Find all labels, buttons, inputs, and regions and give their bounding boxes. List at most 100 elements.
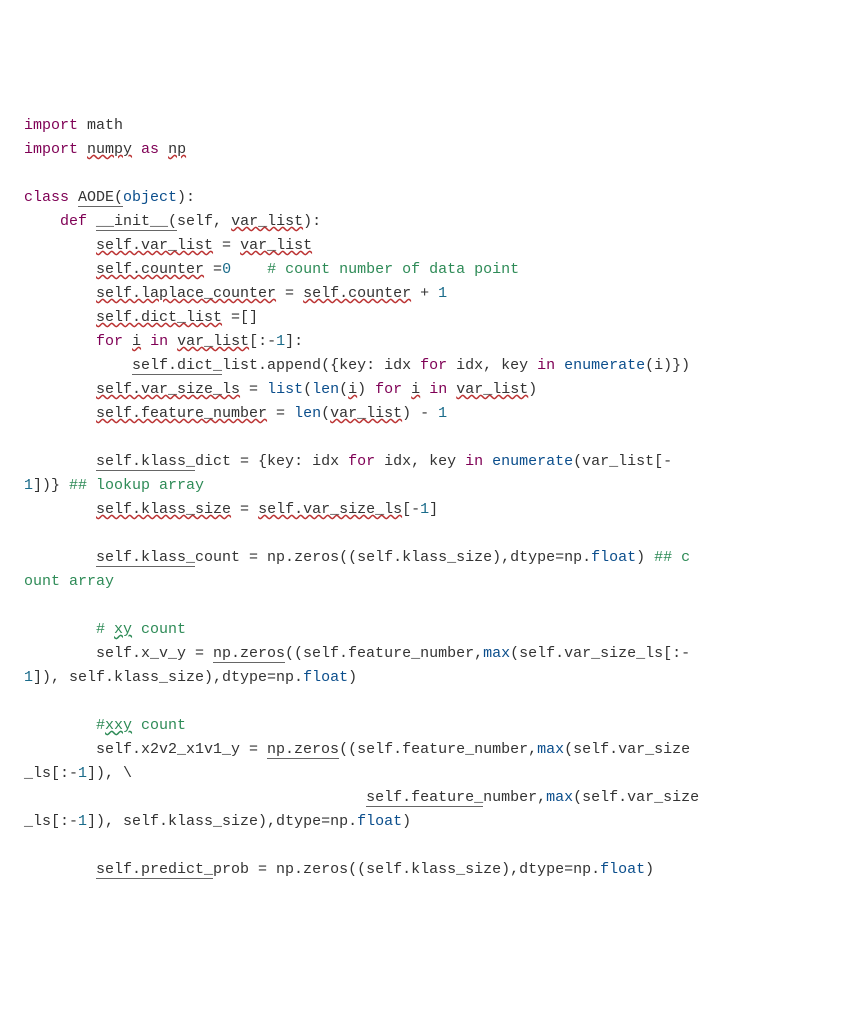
code-token: list (267, 381, 303, 398)
code-token: float (591, 549, 636, 566)
code-token: ): (303, 213, 321, 230)
code-token: 1 (420, 501, 429, 518)
code-token: len (312, 381, 339, 398)
code-line: self.x_v_y = np.zeros((self.feature_numb… (24, 642, 828, 666)
code-token: idx, key (384, 453, 465, 470)
code-token: self.feature_ (366, 789, 483, 807)
code-line: self.feature_number,max(self.var_size (24, 786, 828, 810)
code-line: ount array (24, 570, 828, 594)
code-token: self.feature_number (96, 405, 267, 422)
code-token: = (231, 501, 258, 518)
code-token: (i)}) (645, 357, 690, 374)
code-token: var_list (240, 237, 312, 254)
code-token: self.dict_list (96, 309, 222, 326)
code-token: 1 (276, 333, 285, 350)
code-token: import (24, 117, 87, 134)
code-token: count = np.zeros((self.klass_size),dtype… (195, 549, 591, 566)
code-line: self.klass_count = np.zeros((self.klass_… (24, 546, 828, 570)
code-token: math (87, 117, 123, 134)
code-line (24, 594, 828, 618)
code-token: prob = np.zeros((self.klass_size),dtype=… (213, 861, 600, 878)
code-line: self.counter =0 # count number of data p… (24, 258, 828, 282)
code-token (24, 333, 96, 350)
code-token: np.zeros (213, 645, 285, 663)
code-token: def (60, 213, 96, 230)
code-line: self.feature_number = len(var_list) - 1 (24, 402, 828, 426)
code-token: 1 (24, 669, 33, 686)
code-token: ( (321, 405, 330, 422)
code-line: self.klass_size = self.var_size_ls[-1] (24, 498, 828, 522)
code-token: ) (636, 549, 654, 566)
code-line (24, 522, 828, 546)
code-token: ( (303, 381, 312, 398)
code-token (24, 453, 96, 470)
code-token: 1 (78, 813, 87, 830)
code-token (231, 261, 267, 278)
code-token (24, 381, 96, 398)
code-token: ) - (402, 405, 438, 422)
code-token: i (411, 381, 420, 398)
code-line: self.laplace_counter = self.counter + 1 (24, 282, 828, 306)
code-token: ]), self.klass_size),dtype=np. (33, 669, 303, 686)
code-token: self.klass_ (96, 453, 195, 471)
code-token (24, 357, 132, 374)
code-token: ])} (33, 477, 69, 494)
code-token: [:- (249, 333, 276, 350)
code-token: for (348, 453, 384, 470)
code-token: self.var_size_ls (96, 381, 240, 398)
code-token (24, 789, 366, 806)
code-line (24, 426, 828, 450)
code-token: self.dict_ (132, 357, 222, 375)
code-token: var_list (231, 213, 303, 230)
code-token: ) (402, 813, 411, 830)
code-token: = (204, 261, 222, 278)
code-token: in (429, 381, 456, 398)
code-token: count (132, 717, 186, 734)
code-token: self.counter (96, 261, 204, 278)
code-token: AODE( (78, 189, 123, 207)
code-token: for (420, 357, 456, 374)
code-token: self, (177, 213, 231, 230)
code-token: in (150, 333, 177, 350)
code-token: in (537, 357, 564, 374)
code-token: + (411, 285, 438, 302)
code-line: class AODE(object): (24, 186, 828, 210)
code-token (420, 381, 429, 398)
code-token: in (465, 453, 492, 470)
code-line (24, 690, 828, 714)
code-token: numpy (87, 141, 132, 158)
code-token (24, 405, 96, 422)
code-token: enumerate (492, 453, 573, 470)
code-line: self.klass_dict = {key: idx for idx, key… (24, 450, 828, 474)
code-token: ) (357, 381, 375, 398)
code-token: ount array (24, 573, 114, 590)
code-token: # (96, 621, 114, 638)
code-token: (self.var_size_ls[:- (510, 645, 690, 662)
code-line: self.dict_list =[] (24, 306, 828, 330)
code-token: ): (177, 189, 195, 206)
code-block: import math import numpy as np class AODE… (24, 114, 828, 882)
code-token: np (168, 141, 186, 158)
code-token: 1 (438, 285, 447, 302)
code-line: import numpy as np (24, 138, 828, 162)
code-token: for (375, 381, 411, 398)
code-token: 1 (78, 765, 87, 782)
code-token: self.predict_ (96, 861, 213, 879)
code-token: = (267, 405, 294, 422)
code-token: ## lookup array (69, 477, 204, 494)
code-line: 1])} ## lookup array (24, 474, 828, 498)
code-token: ((self.feature_number, (285, 645, 483, 662)
code-token: ) (528, 381, 537, 398)
code-token (24, 309, 96, 326)
code-token: (self.var_size (573, 789, 699, 806)
code-token (141, 333, 150, 350)
code-line: _ls[:-1]), self.klass_size),dtype=np.flo… (24, 810, 828, 834)
code-token: class (24, 189, 78, 206)
code-line: #xxy count (24, 714, 828, 738)
code-token: var_list (177, 333, 249, 350)
code-token: len (294, 405, 321, 422)
code-token: ( (339, 381, 348, 398)
code-token: var_list (456, 381, 528, 398)
code-token: _ls[:- (24, 765, 78, 782)
code-token (24, 213, 60, 230)
